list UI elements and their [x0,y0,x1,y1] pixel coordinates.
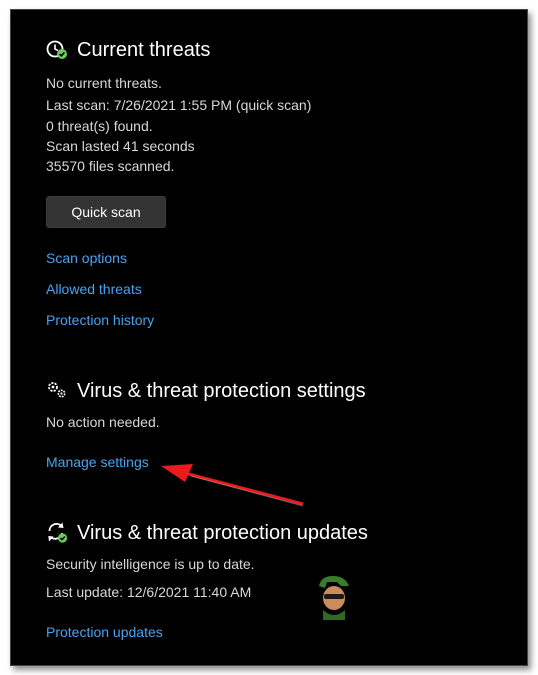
threats-found-text: 0 threat(s) found. [46,118,153,134]
shield-clock-icon [46,40,67,59]
annotation-arrow [161,464,304,507]
updates-title: Virus & threat protection updates [77,522,368,544]
settings-title: Virus & threat protection settings [77,380,366,402]
current-threats-title: Current threats [77,39,211,61]
virus-threat-protection-panel: Current threats No current threats. Last… [10,9,528,666]
files-scanned-text: 35570 files scanned. [46,158,175,174]
security-intelligence-status: Security intelligence is up to date. [46,556,255,572]
no-current-threats-text: No current threats. [46,75,162,91]
no-action-needed-text: No action needed. [46,414,160,430]
allowed-threats-link[interactable]: Allowed threats [46,280,142,298]
manage-settings-link[interactable]: Manage settings [46,453,149,471]
scan-duration-text: Scan lasted 41 seconds [46,138,195,154]
last-update-text: Last update: 12/6/2021 11:40 AM [46,584,252,600]
last-scan-text: Last scan: 7/26/2021 1:55 PM (quick scan… [46,97,312,113]
quick-scan-button[interactable]: Quick scan [46,196,166,228]
watermark-logo [319,576,349,620]
protection-updates-link[interactable]: Protection updates [46,623,163,641]
protection-history-link[interactable]: Protection history [46,311,154,329]
scan-options-link[interactable]: Scan options [46,249,127,267]
gears-icon [48,382,66,398]
refresh-check-icon [48,522,68,543]
